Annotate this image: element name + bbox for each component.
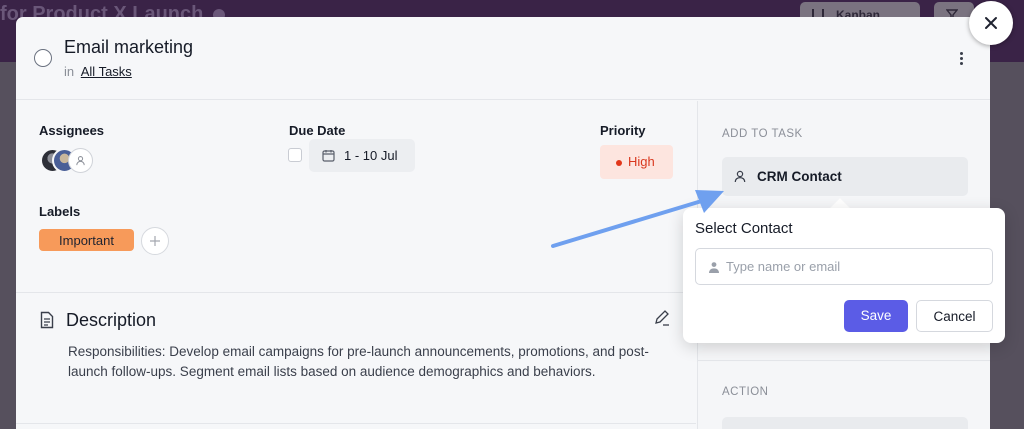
labels-label: Labels: [39, 204, 81, 219]
cancel-button[interactable]: Cancel: [916, 300, 993, 332]
in-text: in: [64, 64, 75, 79]
due-date-label: Due Date: [289, 123, 346, 138]
action-button[interactable]: [722, 417, 968, 429]
label-tag[interactable]: Important: [39, 229, 134, 251]
check-circle-icon[interactable]: [34, 49, 52, 67]
edit-icon[interactable]: [653, 309, 671, 327]
task-header: Email marketing in All Tasks: [16, 17, 990, 100]
avatar-add-icon[interactable]: [68, 148, 93, 173]
priority-label: Priority: [600, 123, 646, 138]
select-contact-popover: Select Contact Save Cancel: [683, 208, 1005, 343]
priority-value: High: [628, 154, 655, 169]
save-button[interactable]: Save: [844, 300, 908, 332]
close-button[interactable]: [969, 1, 1013, 45]
popover-title: Select Contact: [695, 220, 793, 237]
contact-search-field[interactable]: [695, 248, 993, 285]
due-checkbox[interactable]: [288, 148, 302, 162]
divider: [698, 360, 990, 361]
user-icon: [734, 170, 746, 183]
add-to-task-label: ADD TO TASK: [722, 128, 803, 140]
contact-search-input[interactable]: [726, 249, 986, 284]
task-title[interactable]: Email marketing: [64, 37, 193, 58]
user-icon: [709, 262, 719, 273]
task-location: in All Tasks: [64, 64, 132, 79]
priority-badge[interactable]: High: [600, 145, 673, 179]
list-link[interactable]: All Tasks: [81, 64, 132, 79]
action-label: ACTION: [722, 386, 769, 398]
description-title: Description: [66, 310, 157, 330]
plus-icon: [150, 236, 160, 246]
close-icon: [985, 17, 997, 29]
priority-dot: [616, 160, 622, 166]
divider: [16, 292, 696, 293]
description-text[interactable]: Responsibilities: Develop email campaign…: [68, 342, 658, 381]
divider: [16, 423, 696, 424]
task-details: Assignees Due Date 1 - 10 Jul Priority H…: [16, 101, 696, 429]
due-date-value: 1 - 10 Jul: [344, 148, 398, 163]
add-label-button[interactable]: [141, 227, 169, 255]
document-icon: [40, 311, 54, 329]
calendar-icon: [322, 150, 335, 162]
crm-contact-label: CRM Contact: [757, 169, 842, 184]
crm-contact-button[interactable]: CRM Contact: [722, 157, 968, 196]
assignees-label: Assignees: [39, 123, 105, 138]
more-vertical-icon[interactable]: [960, 52, 964, 66]
due-date-chip[interactable]: 1 - 10 Jul: [309, 139, 415, 172]
assignees-avatars: [40, 148, 100, 174]
